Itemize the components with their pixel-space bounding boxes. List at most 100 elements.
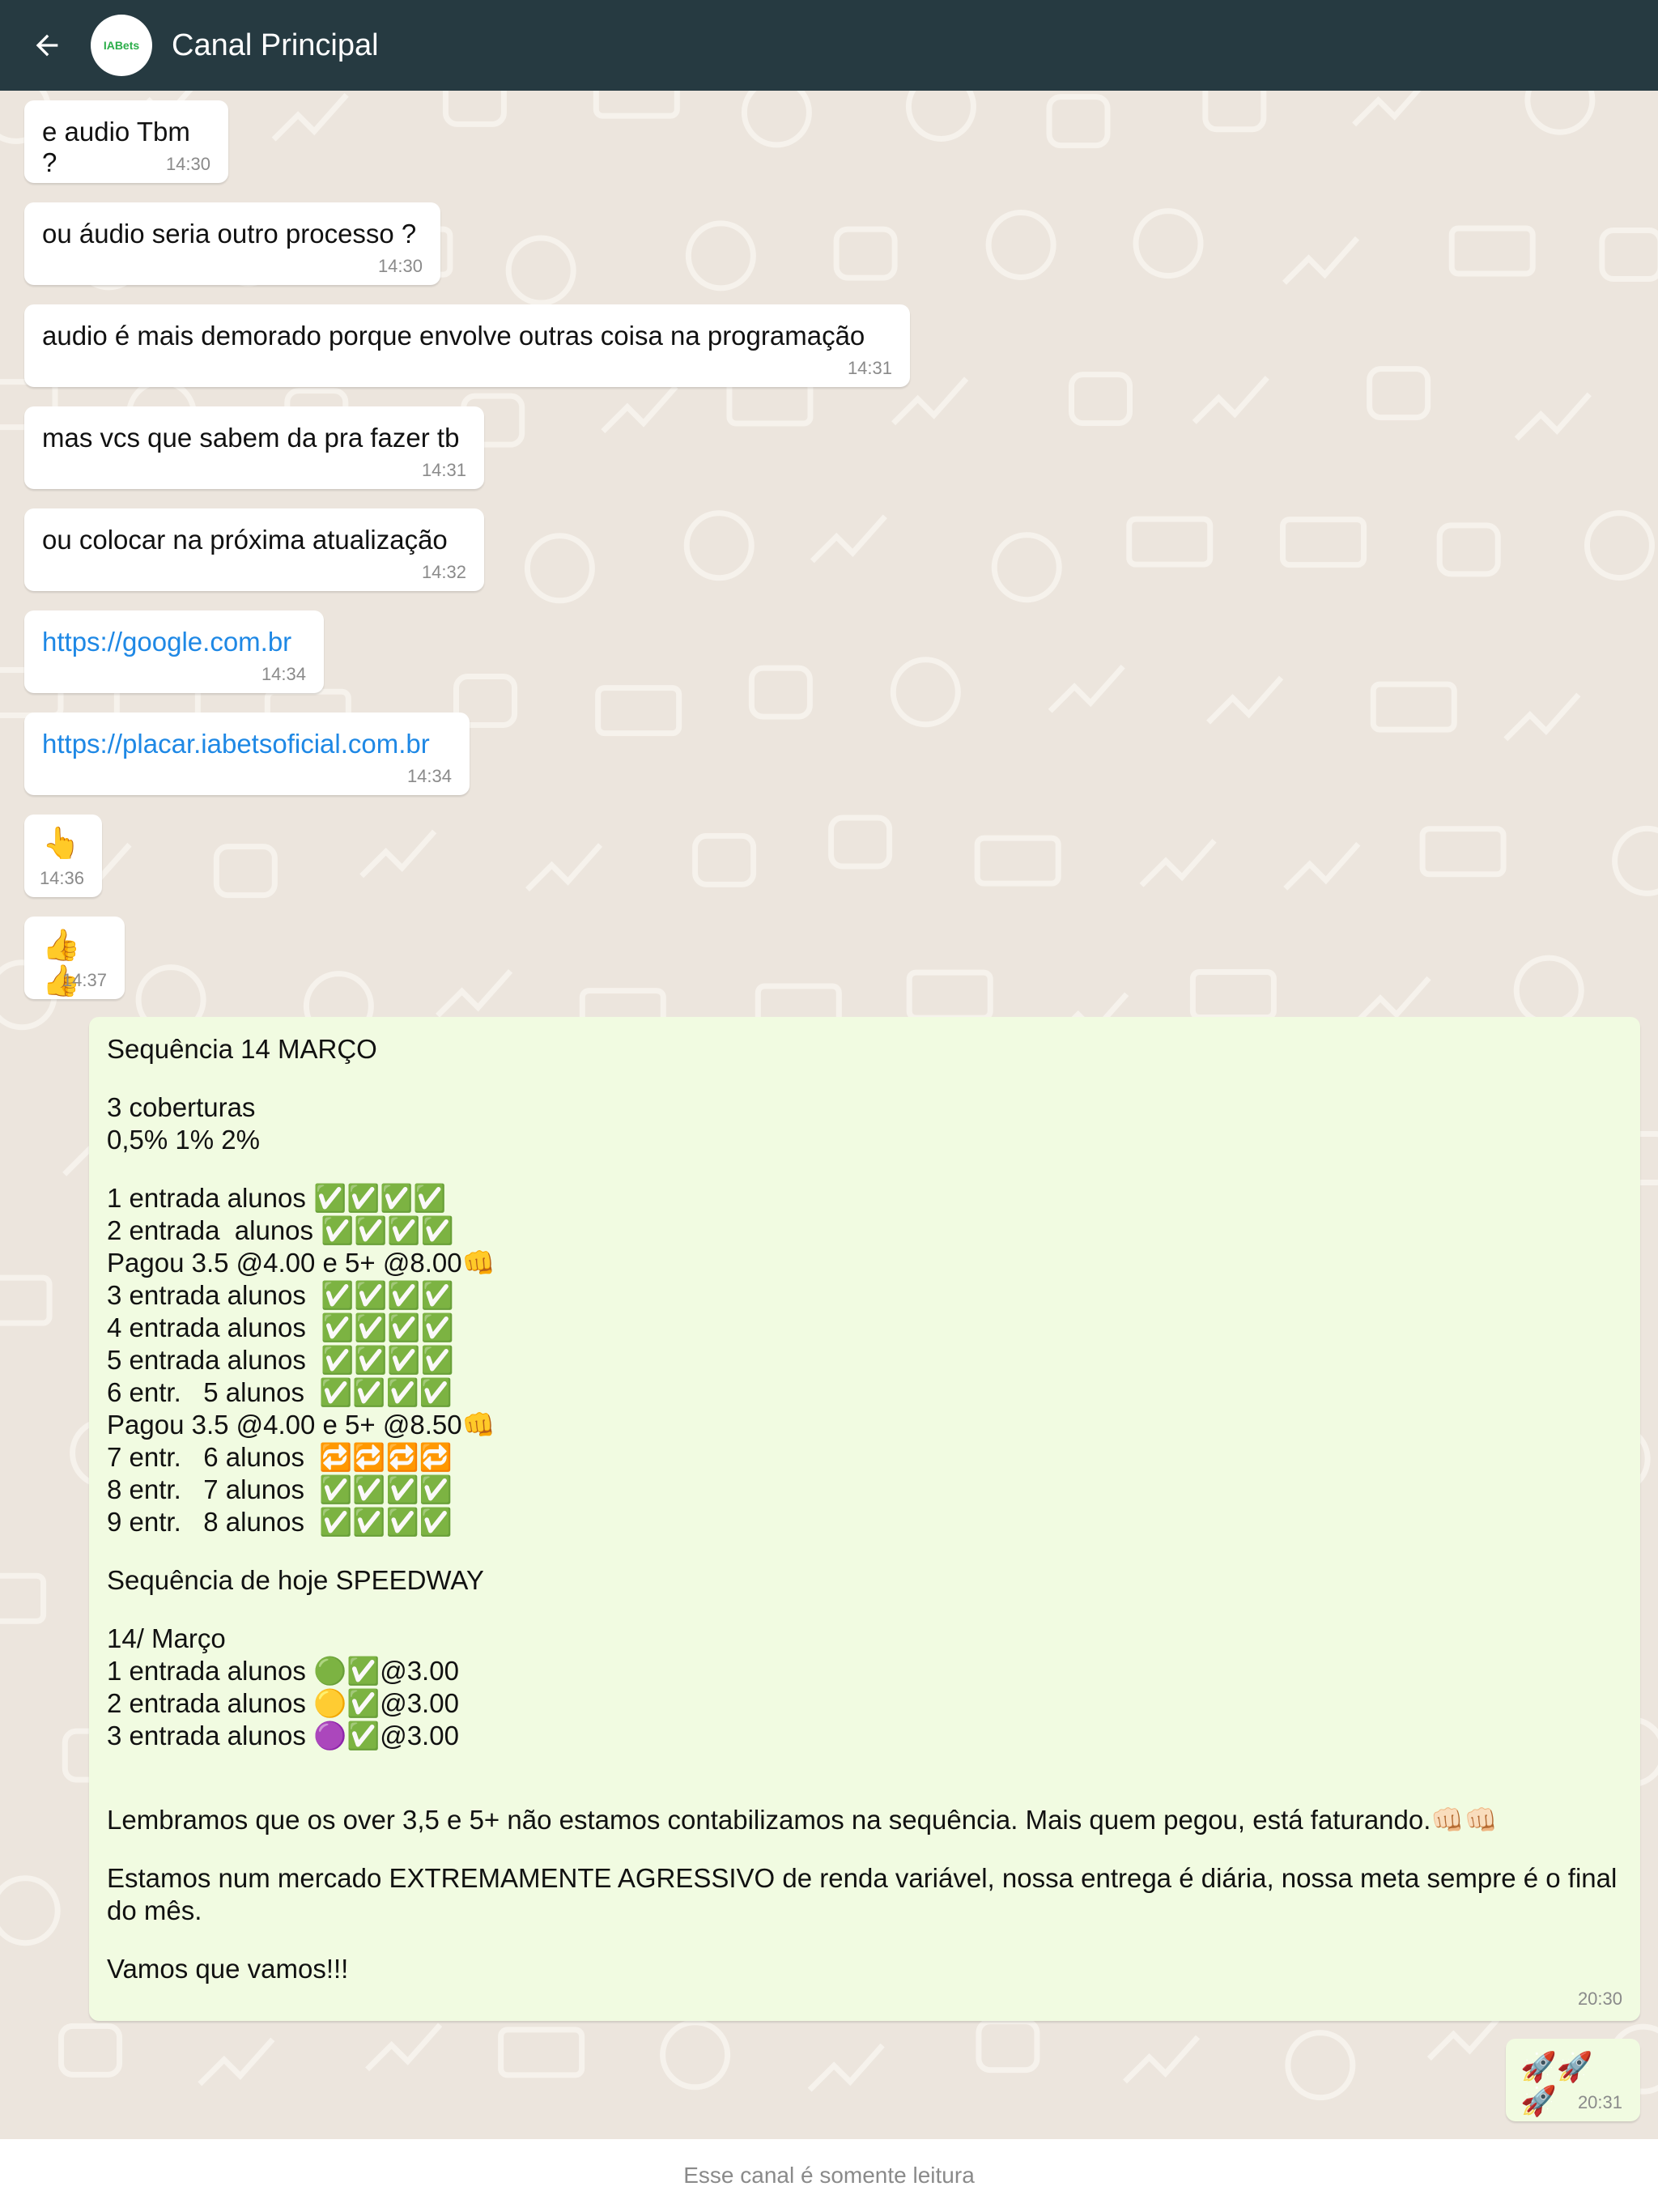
- message-emoji: 👆: [42, 827, 81, 861]
- wallpaper-chart-icon: [1514, 392, 1592, 441]
- message-time: 14:30: [377, 256, 423, 276]
- message-time: 14:32: [421, 562, 466, 582]
- message-time: 14:31: [847, 358, 892, 378]
- wallpaper-wallet-icon: [213, 844, 278, 899]
- channel-title[interactable]: Canal Principal: [172, 28, 379, 63]
- message-link[interactable]: https://google.com.br: [42, 627, 291, 657]
- speedway-date: 14/ Março: [107, 1623, 226, 1653]
- sequence-line: 8 entr. 7 alunos ✅✅✅✅: [107, 1474, 453, 1504]
- wallpaper-wallet-icon: [692, 832, 757, 887]
- wallpaper-ball-icon: [524, 533, 595, 604]
- wallpaper-chart-icon: [1206, 675, 1284, 725]
- wallpaper-wallet-icon: [748, 665, 813, 720]
- wallpaper-chart-icon: [1139, 838, 1217, 887]
- speedway-line: 2 entrada alunos 🟡✅@3.00: [107, 1688, 459, 1718]
- message-time: 14:30: [165, 154, 210, 174]
- wallpaper-banknote-icon: [595, 685, 682, 737]
- message-bubble[interactable]: 👆 14:36: [24, 815, 102, 897]
- message-bubble[interactable]: 👍👍 14:37: [24, 917, 125, 999]
- message-time: 14:36: [39, 868, 84, 888]
- wallpaper-wallet-icon: [1599, 228, 1658, 283]
- wallpaper-wallet-icon: [1068, 372, 1133, 427]
- message-text: mas vcs que sabem da pra fazer tb: [42, 423, 460, 453]
- sequence-line: 2 entrada alunos ✅✅✅✅: [107, 1215, 454, 1245]
- wallpaper-banknote-icon: [1448, 225, 1536, 277]
- sequence-message-bubble[interactable]: Sequência 14 MARÇO 3 coberturas 0,5% 1% …: [89, 1017, 1640, 2021]
- wallpaper-banknote-icon: [1419, 826, 1507, 878]
- wallpaper-ball-icon: [890, 657, 961, 728]
- market-paragraph: Estamos num mercado EXTREMAMENTE AGRESSI…: [107, 1863, 1618, 1925]
- wallpaper-chart-icon: [1123, 2035, 1201, 2084]
- wallpaper-chart-icon: [436, 969, 513, 1018]
- wallpaper-chart-icon: [359, 829, 437, 878]
- message-time: 14:34: [261, 664, 306, 684]
- read-only-footer: Esse canal é somente leitura: [0, 2139, 1658, 2212]
- wallpaper-ball-icon: [1133, 208, 1204, 279]
- wallpaper-banknote-icon: [1189, 969, 1277, 1021]
- wallpaper-ball-icon: [660, 2019, 731, 2091]
- message-bubble[interactable]: ou áudio seria outro processo ? 14:30: [24, 202, 440, 285]
- wallpaper-chart-icon: [271, 92, 349, 142]
- message-time: 20:31: [1577, 2092, 1622, 2112]
- back-arrow-icon[interactable]: [23, 21, 71, 70]
- wallpaper-ball-icon: [1513, 955, 1584, 1026]
- wallpaper-banknote-icon: [1370, 681, 1457, 733]
- wallpaper-ball-icon: [683, 510, 755, 581]
- message-time: 14:34: [406, 766, 452, 786]
- message-text: ou colocar na próxima atualização: [42, 525, 448, 555]
- wallpaper-chart-icon: [198, 2037, 275, 2087]
- wallpaper-ball-icon: [985, 209, 1056, 280]
- wallpaper-chart-icon: [1354, 976, 1431, 1025]
- sequence-line: 5 entrada alunos ✅✅✅✅: [107, 1345, 454, 1375]
- coverage-line: 3 coberturas: [107, 1092, 256, 1122]
- wallpaper-wallet-icon: [833, 226, 898, 281]
- wallpaper-wallet-icon: [828, 815, 893, 870]
- coverage-percent-line: 0,5% 1% 2%: [107, 1125, 260, 1155]
- wallpaper-banknote-icon: [0, 1572, 47, 1624]
- message-time: 14:31: [421, 460, 466, 480]
- message-bubble[interactable]: https://placar.iabetsoficial.com.br 14:3…: [24, 713, 470, 795]
- message-bubble[interactable]: e audio Tbm ? 14:30: [24, 100, 228, 183]
- speedway-title: Sequência de hoje SPEEDWAY: [107, 1565, 484, 1595]
- sequence-line: 7 entr. 6 alunos 🔁🔁🔁🔁: [107, 1442, 453, 1472]
- closing-paragraph: Vamos que vamos!!!: [107, 1954, 349, 1984]
- message-bubble[interactable]: mas vcs que sabem da pra fazer tb 14:31: [24, 406, 484, 489]
- wallpaper-wallet-icon: [442, 91, 507, 127]
- wallpaper-banknote-icon: [974, 835, 1061, 887]
- wallpaper-chart-icon: [365, 2023, 443, 2072]
- wallpaper-wallet-icon: [1367, 366, 1431, 421]
- message-bubble[interactable]: audio é mais demorado porque envolve out…: [24, 304, 910, 387]
- app-header: IABets Canal Principal: [0, 0, 1658, 91]
- channel-avatar[interactable]: IABets: [91, 15, 152, 76]
- message-bubble[interactable]: ou colocar na próxima atualização 14:32: [24, 508, 484, 591]
- sequence-line: Pagou 3.5 @4.00 e 5+ @8.00👊: [107, 1248, 495, 1278]
- wallpaper-ball-icon: [505, 235, 576, 306]
- wallpaper-chart-icon: [1282, 236, 1360, 285]
- wallpaper-ball-icon: [1584, 510, 1655, 581]
- sequence-title: Sequência 14 MARÇO: [107, 1034, 377, 1064]
- message-link[interactable]: https://placar.iabetsoficial.com.br: [42, 729, 430, 759]
- wallpaper-ball-icon: [1612, 825, 1658, 896]
- wallpaper-chart-icon: [1192, 376, 1269, 424]
- wallpaper-chart-icon: [807, 2043, 885, 2092]
- sequence-line: Pagou 3.5 @4.00 e 5+ @8.50👊: [107, 1410, 495, 1440]
- wallpaper-wallet-icon: [1202, 91, 1267, 133]
- wallpaper-banknote-icon: [1280, 517, 1367, 568]
- wallpaper-wallet-icon: [1436, 522, 1501, 577]
- wallpaper-chart-icon: [1048, 664, 1125, 713]
- wallpaper-chart-icon: [601, 385, 678, 434]
- wallpaper-chart-icon: [1283, 841, 1361, 891]
- wallpaper-chart-icon: [1352, 91, 1422, 127]
- sequence-line: 6 entr. 5 alunos ✅✅✅✅: [107, 1377, 453, 1407]
- wallpaper-banknote-icon: [593, 91, 680, 119]
- message-bubble[interactable]: https://google.com.br 14:34: [24, 610, 324, 693]
- wallpaper-banknote-icon: [498, 2027, 585, 2078]
- wallpaper-chart-icon: [810, 514, 887, 564]
- wallpaper-ball-icon: [1524, 91, 1596, 135]
- sequence-line: 3 entrada alunos ✅✅✅✅: [107, 1280, 454, 1310]
- message-time: 20:30: [1577, 1989, 1622, 2009]
- wallpaper-ball-icon: [741, 91, 812, 148]
- wallpaper-wallet-icon: [1046, 94, 1111, 149]
- rocket-message-bubble[interactable]: 🚀🚀🚀 20:31: [1506, 2039, 1640, 2121]
- wallpaper-ball-icon: [0, 1875, 61, 1946]
